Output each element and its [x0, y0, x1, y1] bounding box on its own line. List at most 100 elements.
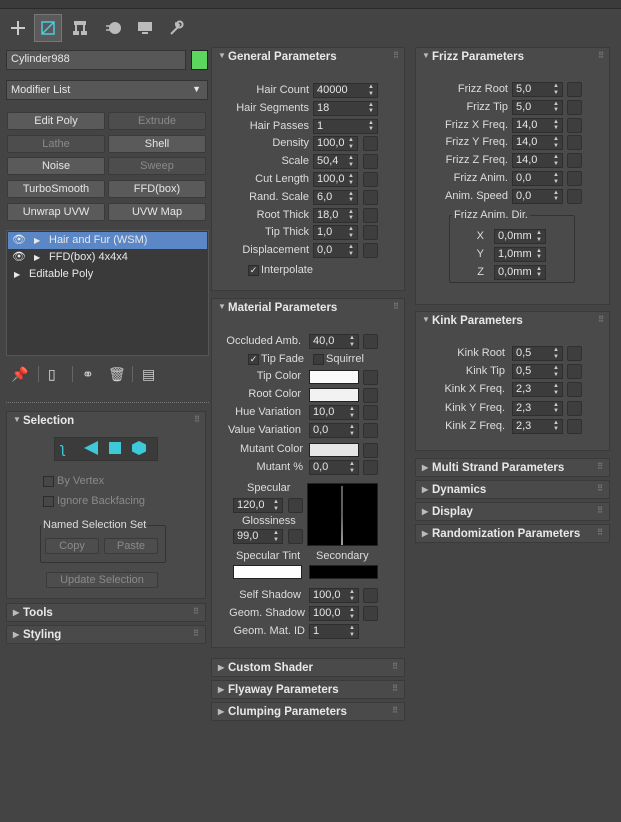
- modifier-list-dropdown[interactable]: Modifier List ▼: [6, 80, 208, 100]
- frizz-z-freq-spinner[interactable]: 14,0 ▲ ▼: [512, 153, 563, 169]
- material-parameters-header[interactable]: ▼ Material Parameters ⠿: [212, 299, 404, 319]
- grip-icon[interactable]: ⠿: [393, 302, 399, 311]
- stack-item-ffd-box[interactable]: 👁 ▶ FFD(box) 4x4x4: [8, 249, 207, 266]
- kink-y-freq-spinner[interactable]: 2,3 ▲ ▼: [512, 400, 563, 416]
- custom-shader-rollout[interactable]: ▶ Custom Shader ⠿: [211, 658, 405, 677]
- grip-icon[interactable]: ⠿: [598, 315, 604, 324]
- displacement-map-button[interactable]: [363, 243, 378, 259]
- frizz-tip-map-button[interactable]: [567, 99, 582, 115]
- tip-color-map-button[interactable]: [363, 370, 378, 385]
- kink-z-freq-spinner[interactable]: 2,3 ▲ ▼: [512, 418, 563, 434]
- mutant-color-swatch[interactable]: [309, 443, 359, 457]
- modifier-button-unwrap-uvw[interactable]: Unwrap UVW: [7, 203, 105, 221]
- specular-tint-swatch[interactable]: [233, 565, 302, 579]
- root-color-map-button[interactable]: [363, 388, 378, 403]
- stack-item-editable-poly[interactable]: ▶ Editable Poly: [8, 266, 207, 283]
- tools-rollout[interactable]: ▶ Tools ⠿: [6, 603, 206, 622]
- modify-icon[interactable]: [34, 14, 62, 42]
- frizz-root-spinner[interactable]: 5,0 ▲ ▼: [512, 82, 563, 97]
- make-unique-icon[interactable]: ⚭: [82, 366, 94, 383]
- spinner-arrows-icon[interactable]: ▲ ▼: [348, 137, 354, 150]
- grip-icon[interactable]: ⠿: [597, 506, 603, 515]
- kink-y-freq-map-button[interactable]: [567, 400, 582, 416]
- cut-length-spinner[interactable]: 100,0 ▲ ▼: [313, 172, 358, 187]
- glossiness-spinner[interactable]: 99,0 ▲ ▼: [233, 529, 283, 544]
- frizz-anim-spinner[interactable]: 0,0 ▲ ▼: [512, 171, 563, 186]
- spinner-arrows-icon[interactable]: ▲ ▼: [553, 101, 559, 114]
- multi-strand-parameters-rollout[interactable]: ▶ Multi Strand Parameters ⠿: [415, 458, 610, 477]
- modifier-button-uvw-map[interactable]: UVW Map: [108, 203, 206, 221]
- spinner-arrows-icon[interactable]: ▲ ▼: [348, 173, 354, 186]
- frizz-x-freq-map-button[interactable]: [567, 117, 582, 133]
- hierarchy-icon[interactable]: [66, 14, 94, 42]
- y-spinner[interactable]: 1,0mm ▲ ▼: [494, 246, 546, 262]
- grip-icon[interactable]: ⠿: [597, 462, 603, 471]
- kink-tip-spinner[interactable]: 0,5 ▲ ▼: [512, 364, 563, 380]
- spinner-arrows-icon[interactable]: ▲ ▼: [553, 420, 559, 433]
- spinner-arrows-icon[interactable]: ▲ ▼: [553, 119, 559, 132]
- rand-scale-map-button[interactable]: [363, 189, 378, 205]
- motion-icon[interactable]: [100, 14, 128, 42]
- hue-variation-spinner[interactable]: 10,0 ▲ ▼: [309, 405, 359, 420]
- modifier-button-extrude[interactable]: Extrude: [108, 112, 206, 130]
- styling-rollout[interactable]: ▶ Styling ⠿: [6, 625, 206, 644]
- specular-map-button[interactable]: [288, 498, 303, 513]
- kink-tip-map-button[interactable]: [567, 364, 582, 380]
- object-name-field[interactable]: Cylinder988: [6, 50, 186, 70]
- spinner-arrows-icon[interactable]: ▲ ▼: [348, 155, 354, 168]
- grip-icon[interactable]: ⠿: [392, 706, 398, 715]
- show-end-result-icon[interactable]: ▯: [48, 366, 56, 383]
- spinner-arrows-icon[interactable]: ▲ ▼: [553, 383, 559, 396]
- remove-modifier-icon[interactable]: 🗑: [108, 366, 126, 383]
- self-shadow-spinner[interactable]: 100,0 ▲ ▼: [309, 588, 359, 603]
- spinner-arrows-icon[interactable]: ▲ ▼: [348, 209, 354, 222]
- spinner-arrows-icon[interactable]: ▲ ▼: [349, 424, 355, 437]
- spinner-arrows-icon[interactable]: ▲ ▼: [368, 120, 374, 133]
- object-color-swatch[interactable]: [191, 50, 208, 70]
- modifier-button-lathe[interactable]: Lathe: [7, 135, 105, 153]
- self-shadow-map-button[interactable]: [363, 588, 378, 603]
- spinner-arrows-icon[interactable]: ▲ ▼: [536, 266, 542, 279]
- spinner-arrows-icon[interactable]: ▲ ▼: [349, 461, 355, 474]
- mutant-percent-map-button[interactable]: [363, 460, 378, 475]
- geom-mat-id-spinner[interactable]: 1 ▲ ▼: [309, 624, 359, 639]
- modifier-button-noise[interactable]: Noise: [7, 157, 105, 175]
- grip-icon[interactable]: ⠿: [194, 415, 200, 424]
- splitter[interactable]: [6, 402, 209, 404]
- frizz-y-freq-spinner[interactable]: 14,0 ▲ ▼: [512, 135, 563, 151]
- mutant-color-map-button[interactable]: [363, 443, 378, 458]
- grip-icon[interactable]: ⠿: [393, 51, 399, 60]
- hair-count-spinner[interactable]: 40000 ▲ ▼: [313, 83, 378, 98]
- cut-length-map-button[interactable]: [363, 172, 378, 187]
- grip-icon[interactable]: ⠿: [193, 629, 199, 638]
- root-thick-map-button[interactable]: [363, 207, 378, 223]
- secondary-swatch[interactable]: [309, 565, 378, 579]
- grip-icon[interactable]: ⠿: [392, 684, 398, 693]
- guide-icon[interactable]: ʅ: [61, 440, 64, 457]
- spinner-arrows-icon[interactable]: ▲ ▼: [349, 625, 355, 638]
- hue-variation-map-button[interactable]: [363, 405, 378, 420]
- grip-icon[interactable]: ⠿: [392, 662, 398, 671]
- spinner-arrows-icon[interactable]: ▲ ▼: [349, 406, 355, 419]
- kink-root-map-button[interactable]: [567, 346, 582, 361]
- x-spinner[interactable]: 0,0mm ▲ ▼: [494, 229, 546, 244]
- anim-speed-spinner[interactable]: 0,0 ▲ ▼: [512, 188, 563, 204]
- grip-icon[interactable]: ⠿: [597, 528, 603, 537]
- density-map-button[interactable]: [363, 136, 378, 152]
- frizz-parameters-header[interactable]: ▼ Frizz Parameters ⠿: [416, 48, 609, 68]
- root-color-swatch[interactable]: [309, 388, 359, 402]
- frizz-root-map-button[interactable]: [567, 82, 582, 97]
- spinner-arrows-icon[interactable]: ▲ ▼: [368, 102, 374, 115]
- modifier-button-turbosmooth[interactable]: TurboSmooth: [7, 180, 105, 198]
- grip-icon[interactable]: ⠿: [597, 484, 603, 493]
- frizz-tip-spinner[interactable]: 5,0 ▲ ▼: [512, 99, 563, 115]
- value-variation-map-button[interactable]: [363, 423, 378, 438]
- tip-thick-map-button[interactable]: [363, 225, 378, 241]
- spinner-arrows-icon[interactable]: ▲ ▼: [553, 154, 559, 167]
- geom-shadow-map-button[interactable]: [363, 606, 378, 621]
- spinner-arrows-icon[interactable]: ▲ ▼: [553, 83, 559, 96]
- segment-icon[interactable]: [84, 441, 98, 458]
- copy-button[interactable]: Copy: [45, 538, 99, 554]
- spinner-arrows-icon[interactable]: ▲ ▼: [349, 335, 355, 348]
- anim-speed-map-button[interactable]: [567, 188, 582, 204]
